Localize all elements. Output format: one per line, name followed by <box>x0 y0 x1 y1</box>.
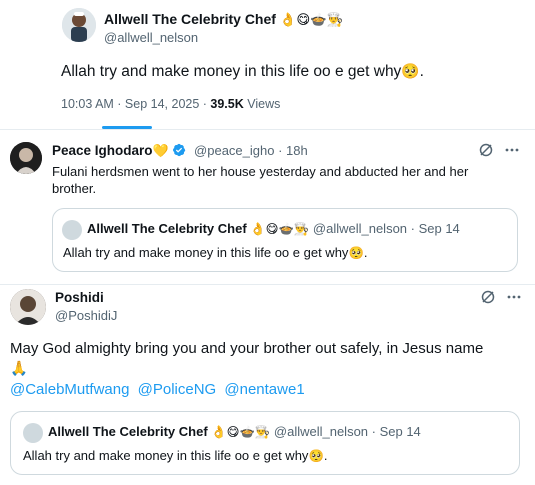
quoted-avatar <box>62 220 82 240</box>
quoted-tweet[interactable]: Allwell The Celebrity Chef 👌😋🍲👨‍🍳 @allwe… <box>10 411 520 475</box>
pleading-face-emoji: 🥺 <box>348 246 364 260</box>
more-icon[interactable] <box>504 142 520 158</box>
reply-tweet[interactable]: Poshidi @PoshidiJ May God almighty bring… <box>0 285 535 485</box>
quoted-tweet[interactable]: Allwell The Celebrity Chef 👌😋🍲👨‍🍳 @allwe… <box>52 208 518 272</box>
views-count: 39.5K <box>210 97 244 111</box>
name-emojis: 👌😋🍲👨‍🍳 <box>250 222 310 236</box>
reply-handle[interactable]: @PoshidiJ <box>55 308 117 323</box>
pleading-face-emoji: 🥺 <box>401 63 420 80</box>
reply-author-line: Peace Ighodaro💛 @peace_igho · 18h <box>52 143 308 159</box>
reply-actions <box>480 289 522 305</box>
mentions: @CalebMutfwang @PoliceNG @nentawe1 <box>10 381 309 398</box>
pleading-face-emoji: 🥺 <box>308 449 324 463</box>
mention-link[interactable]: @PoliceNG <box>138 381 217 398</box>
quoted-text: Allah try and make money in this life oo… <box>23 448 327 464</box>
reply-author-name[interactable]: Poshidi <box>55 290 104 305</box>
active-tab-indicator <box>102 126 152 129</box>
name-emojis: 👌😋🍲👨‍🍳 <box>279 13 344 28</box>
reply-text-body: May God almighty bring you and your brot… <box>10 340 484 357</box>
folded-hands-emoji: 🙏 <box>10 361 28 377</box>
quoted-text-end: . <box>363 245 368 260</box>
author-name-text: Allwell The Celebrity Chef <box>104 11 276 27</box>
views-label: Views <box>243 97 281 111</box>
main-tweet-handle[interactable]: @allwell_nelson <box>104 30 198 45</box>
reply-author-name[interactable]: Peace Ighodaro <box>52 143 153 158</box>
grok-icon[interactable] <box>480 289 496 305</box>
quoted-text: Allah try and make money in this life oo… <box>63 245 367 261</box>
quoted-author-name: Allwell The Celebrity Chef <box>87 221 247 236</box>
yellow-heart-emoji: 💛 <box>152 144 169 159</box>
grok-icon[interactable] <box>478 142 494 158</box>
reply-text: May God almighty bring you and your brot… <box>10 339 520 379</box>
quoted-author-name: Allwell The Celebrity Chef <box>48 424 208 439</box>
more-icon[interactable] <box>506 289 522 305</box>
reply-actions <box>478 142 520 158</box>
quoted-handle: @allwell_nelson · Sep 14 <box>273 424 421 439</box>
quoted-header: Allwell The Celebrity Chef 👌😋🍲👨‍🍳 @allwe… <box>48 424 421 440</box>
quoted-header: Allwell The Celebrity Chef 👌😋🍲👨‍🍳 @allwe… <box>87 221 460 237</box>
verified-badge-icon <box>173 143 186 157</box>
tweet-text-body: Allah try and make money in this life oo… <box>61 63 402 80</box>
mention-link[interactable]: @CalebMutfwang <box>10 381 129 398</box>
tweet-timestamp[interactable]: 10:03 AM · Sep 14, 2025 · <box>61 97 210 111</box>
reply-tweet[interactable]: Peace Ighodaro💛 @peace_igho · 18h Fulani… <box>0 130 535 285</box>
quoted-handle: @allwell_nelson · Sep 14 <box>312 221 460 236</box>
quoted-text-body: Allah try and make money in this life oo… <box>23 448 309 463</box>
quoted-text-end: . <box>323 448 328 463</box>
reply-handle[interactable]: @peace_igho · 18h <box>194 143 308 158</box>
reply-avatar[interactable] <box>10 289 46 325</box>
main-tweet-meta: 10:03 AM · Sep 14, 2025 · 39.5K Views <box>61 97 280 111</box>
main-tweet: Allwell The Celebrity Chef 👌😋🍲👨‍🍳 @allwe… <box>0 0 535 130</box>
main-tweet-avatar[interactable] <box>62 8 96 42</box>
quoted-avatar <box>23 423 43 443</box>
name-emojis: 👌😋🍲👨‍🍳 <box>211 425 271 439</box>
main-tweet-text: Allah try and make money in this life oo… <box>61 62 424 81</box>
mention-link[interactable]: @nentawe1 <box>224 381 304 398</box>
reply-avatar[interactable] <box>10 142 42 174</box>
main-tweet-author-name[interactable]: Allwell The Celebrity Chef 👌😋🍲👨‍🍳 <box>104 11 343 28</box>
quoted-text-body: Allah try and make money in this life oo… <box>63 245 349 260</box>
reply-text: Fulani herdsmen went to her house yester… <box>52 164 469 196</box>
tweet-text-end: . <box>419 63 424 80</box>
